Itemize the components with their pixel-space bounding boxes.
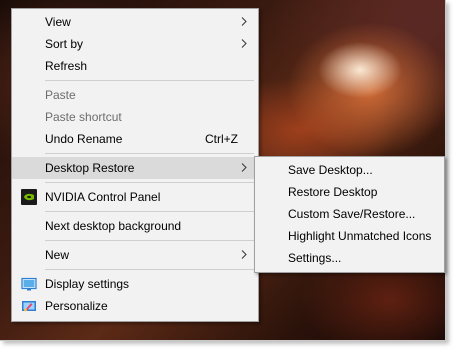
menu-item-sort-by[interactable]: Sort by [12,33,258,55]
menu-item-personalize[interactable]: Personalize [12,295,258,317]
menu-item-next-desktop-background[interactable]: Next desktop background [12,215,258,237]
menu-item-label: Undo Rename [45,132,123,146]
chevron-right-icon [241,250,247,259]
menu-item-label: Personalize [45,299,108,313]
menu-item-undo-rename[interactable]: Undo Rename Ctrl+Z [12,128,258,150]
menu-item-paste: Paste [12,84,258,106]
menu-item-paste-shortcut: Paste shortcut [12,106,258,128]
menu-item-display-settings[interactable]: Display settings [12,273,258,295]
submenu-item-save-desktop[interactable]: Save Desktop... [255,159,444,181]
submenu-item-highlight-unmatched-icons[interactable]: Highlight Unmatched Icons [255,225,444,247]
menu-item-label: Display settings [45,277,130,291]
menu-item-label: NVIDIA Control Panel [45,190,161,204]
desktop-restore-submenu: Save Desktop... Restore Desktop Custom S… [254,156,445,273]
menu-item-label: Sort by [45,37,84,51]
menu-item-view[interactable]: View [12,11,258,33]
chevron-right-icon [241,163,247,172]
keyboard-shortcut: Ctrl+Z [205,132,238,146]
menu-separator [45,80,254,81]
menu-separator [45,153,254,154]
menu-separator [45,269,254,270]
menu-item-new[interactable]: New [12,244,258,266]
menu-item-desktop-restore[interactable]: Desktop Restore [12,157,258,179]
personalize-icon [22,301,36,312]
menu-item-label: Next desktop background [45,219,182,233]
display-icon [21,277,37,291]
menu-item-label: View [45,15,71,29]
menu-separator [45,240,254,241]
menu-item-label: New [45,248,70,262]
menu-item-nvidia-control-panel[interactable]: NVIDIA Control Panel [12,186,258,208]
menu-item-label: Paste shortcut [45,110,122,124]
menu-item-label: Paste [45,88,76,102]
menu-item-label: Refresh [45,59,88,73]
menu-item-refresh[interactable]: Refresh [12,55,258,77]
submenu-item-restore-desktop[interactable]: Restore Desktop [255,181,444,203]
menu-separator [45,211,254,212]
chevron-right-icon [241,17,247,26]
submenu-item-custom-save-restore[interactable]: Custom Save/Restore... [255,203,444,225]
menu-item-label: Desktop Restore [45,161,135,175]
submenu-item-settings[interactable]: Settings... [255,247,444,269]
desktop-context-menu: View Sort by Refresh Paste Paste shortcu… [11,8,259,322]
nvidia-icon [21,189,37,205]
screenshot-stage: View Sort by Refresh Paste Paste shortcu… [0,0,455,349]
chevron-right-icon [241,39,247,48]
menu-separator [45,182,254,183]
